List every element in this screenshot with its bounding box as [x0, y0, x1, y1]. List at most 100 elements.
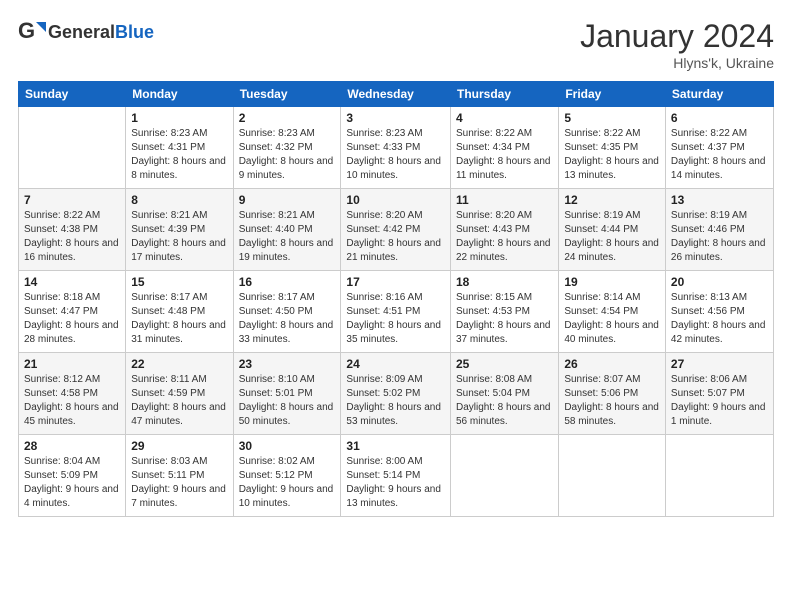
- sunrise: Sunrise: 8:02 AM: [239, 455, 336, 469]
- daylight: Daylight: 8 hours and 9 minutes.: [239, 155, 336, 183]
- logo: G GeneralBlue: [18, 18, 154, 46]
- sunrise: Sunrise: 8:09 AM: [346, 373, 445, 387]
- sunrise: Sunrise: 8:03 AM: [131, 455, 227, 469]
- sunrise: Sunrise: 8:06 AM: [671, 373, 768, 387]
- sunset: Sunset: 4:32 PM: [239, 141, 336, 155]
- sunrise: Sunrise: 8:20 AM: [456, 209, 553, 223]
- sunset: Sunset: 4:40 PM: [239, 223, 336, 237]
- calendar-week-5: 28 Sunrise: 8:04 AM Sunset: 5:09 PM Dayl…: [19, 435, 774, 517]
- day-number: 14: [24, 275, 120, 289]
- day-info: Sunrise: 8:00 AM Sunset: 5:14 PM Dayligh…: [346, 455, 445, 511]
- day-info: Sunrise: 8:20 AM Sunset: 4:43 PM Dayligh…: [456, 209, 553, 265]
- day-info: Sunrise: 8:17 AM Sunset: 4:50 PM Dayligh…: [239, 291, 336, 347]
- calendar-cell: 17 Sunrise: 8:16 AM Sunset: 4:51 PM Dayl…: [341, 271, 451, 353]
- calendar-cell: 6 Sunrise: 8:22 AM Sunset: 4:37 PM Dayli…: [665, 107, 773, 189]
- daylight: Daylight: 8 hours and 24 minutes.: [564, 237, 660, 265]
- day-info: Sunrise: 8:20 AM Sunset: 4:42 PM Dayligh…: [346, 209, 445, 265]
- calendar-cell: 19 Sunrise: 8:14 AM Sunset: 4:54 PM Dayl…: [559, 271, 666, 353]
- day-info: Sunrise: 8:08 AM Sunset: 5:04 PM Dayligh…: [456, 373, 553, 429]
- sunrise: Sunrise: 8:17 AM: [239, 291, 336, 305]
- sunset: Sunset: 4:46 PM: [671, 223, 768, 237]
- sunset: Sunset: 4:43 PM: [456, 223, 553, 237]
- sunset: Sunset: 4:53 PM: [456, 305, 553, 319]
- day-number: 8: [131, 193, 227, 207]
- sunset: Sunset: 5:04 PM: [456, 387, 553, 401]
- day-number: 31: [346, 439, 445, 453]
- sunset: Sunset: 4:54 PM: [564, 305, 660, 319]
- day-number: 30: [239, 439, 336, 453]
- sunrise: Sunrise: 8:19 AM: [671, 209, 768, 223]
- day-number: 26: [564, 357, 660, 371]
- title-block: January 2024 Hlyns'k, Ukraine: [580, 18, 774, 71]
- day-info: Sunrise: 8:09 AM Sunset: 5:02 PM Dayligh…: [346, 373, 445, 429]
- daylight: Daylight: 8 hours and 45 minutes.: [24, 401, 120, 429]
- daylight: Daylight: 8 hours and 53 minutes.: [346, 401, 445, 429]
- daylight: Daylight: 9 hours and 10 minutes.: [239, 483, 336, 511]
- calendar-cell: 5 Sunrise: 8:22 AM Sunset: 4:35 PM Dayli…: [559, 107, 666, 189]
- sunset: Sunset: 4:42 PM: [346, 223, 445, 237]
- sunrise: Sunrise: 8:22 AM: [564, 127, 660, 141]
- daylight: Daylight: 8 hours and 28 minutes.: [24, 319, 120, 347]
- sunset: Sunset: 4:33 PM: [346, 141, 445, 155]
- calendar-cell: 24 Sunrise: 8:09 AM Sunset: 5:02 PM Dayl…: [341, 353, 451, 435]
- logo-icon: G: [18, 18, 46, 46]
- calendar-cell: 26 Sunrise: 8:07 AM Sunset: 5:06 PM Dayl…: [559, 353, 666, 435]
- calendar-cell: [559, 435, 666, 517]
- sunset: Sunset: 5:11 PM: [131, 469, 227, 483]
- sunrise: Sunrise: 8:23 AM: [239, 127, 336, 141]
- calendar-week-3: 14 Sunrise: 8:18 AM Sunset: 4:47 PM Dayl…: [19, 271, 774, 353]
- day-info: Sunrise: 8:17 AM Sunset: 4:48 PM Dayligh…: [131, 291, 227, 347]
- day-number: 18: [456, 275, 553, 289]
- daylight: Daylight: 8 hours and 13 minutes.: [564, 155, 660, 183]
- day-number: 28: [24, 439, 120, 453]
- calendar-cell: 1 Sunrise: 8:23 AM Sunset: 4:31 PM Dayli…: [126, 107, 233, 189]
- col-sunday: Sunday: [19, 82, 126, 107]
- day-number: 1: [131, 111, 227, 125]
- day-info: Sunrise: 8:23 AM Sunset: 4:31 PM Dayligh…: [131, 127, 227, 183]
- page: G GeneralBlue January 2024 Hlyns'k, Ukra…: [0, 0, 792, 612]
- day-info: Sunrise: 8:23 AM Sunset: 4:33 PM Dayligh…: [346, 127, 445, 183]
- sunset: Sunset: 4:37 PM: [671, 141, 768, 155]
- sunset: Sunset: 4:48 PM: [131, 305, 227, 319]
- calendar-cell: [665, 435, 773, 517]
- day-number: 19: [564, 275, 660, 289]
- daylight: Daylight: 8 hours and 37 minutes.: [456, 319, 553, 347]
- day-number: 25: [456, 357, 553, 371]
- sunrise: Sunrise: 8:17 AM: [131, 291, 227, 305]
- day-info: Sunrise: 8:22 AM Sunset: 4:38 PM Dayligh…: [24, 209, 120, 265]
- sunrise: Sunrise: 8:04 AM: [24, 455, 120, 469]
- day-number: 12: [564, 193, 660, 207]
- calendar-table: Sunday Monday Tuesday Wednesday Thursday…: [18, 81, 774, 517]
- day-number: 22: [131, 357, 227, 371]
- day-info: Sunrise: 8:19 AM Sunset: 4:44 PM Dayligh…: [564, 209, 660, 265]
- daylight: Daylight: 8 hours and 42 minutes.: [671, 319, 768, 347]
- sunrise: Sunrise: 8:22 AM: [456, 127, 553, 141]
- sunset: Sunset: 4:56 PM: [671, 305, 768, 319]
- daylight: Daylight: 8 hours and 16 minutes.: [24, 237, 120, 265]
- day-number: 27: [671, 357, 768, 371]
- day-number: 15: [131, 275, 227, 289]
- calendar-header-row: Sunday Monday Tuesday Wednesday Thursday…: [19, 82, 774, 107]
- sunset: Sunset: 4:50 PM: [239, 305, 336, 319]
- sunrise: Sunrise: 8:13 AM: [671, 291, 768, 305]
- sunset: Sunset: 4:31 PM: [131, 141, 227, 155]
- daylight: Daylight: 8 hours and 22 minutes.: [456, 237, 553, 265]
- day-number: 9: [239, 193, 336, 207]
- day-info: Sunrise: 8:21 AM Sunset: 4:39 PM Dayligh…: [131, 209, 227, 265]
- day-info: Sunrise: 8:07 AM Sunset: 5:06 PM Dayligh…: [564, 373, 660, 429]
- sunrise: Sunrise: 8:21 AM: [131, 209, 227, 223]
- day-info: Sunrise: 8:14 AM Sunset: 4:54 PM Dayligh…: [564, 291, 660, 347]
- day-number: 13: [671, 193, 768, 207]
- calendar-cell: 14 Sunrise: 8:18 AM Sunset: 4:47 PM Dayl…: [19, 271, 126, 353]
- calendar-cell: 29 Sunrise: 8:03 AM Sunset: 5:11 PM Dayl…: [126, 435, 233, 517]
- daylight: Daylight: 9 hours and 4 minutes.: [24, 483, 120, 511]
- sunrise: Sunrise: 8:07 AM: [564, 373, 660, 387]
- day-number: 23: [239, 357, 336, 371]
- day-number: 20: [671, 275, 768, 289]
- logo-general: General: [48, 22, 115, 42]
- sunset: Sunset: 5:07 PM: [671, 387, 768, 401]
- calendar-cell: 30 Sunrise: 8:02 AM Sunset: 5:12 PM Dayl…: [233, 435, 341, 517]
- day-info: Sunrise: 8:02 AM Sunset: 5:12 PM Dayligh…: [239, 455, 336, 511]
- sunrise: Sunrise: 8:16 AM: [346, 291, 445, 305]
- col-monday: Monday: [126, 82, 233, 107]
